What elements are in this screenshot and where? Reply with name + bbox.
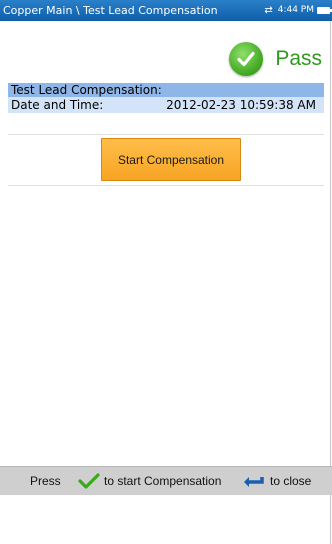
result-indicator: Pass [229, 40, 322, 78]
pass-label: Pass [275, 47, 322, 70]
divider [8, 134, 324, 135]
date-time-row: Date and Time: 2012-02-23 10:59:38 AM [8, 97, 324, 113]
start-compensation-button[interactable]: Start Compensation [101, 138, 241, 181]
breadcrumb: Copper Main \ Test Lead Compensation [3, 4, 218, 17]
date-time-value: 2012-02-23 10:59:38 AM [166, 98, 316, 112]
sync-icon: ⇄ [264, 5, 273, 16]
check-circle-icon [229, 42, 264, 76]
clock: 4:44 PM [277, 5, 314, 15]
close-hint-label: to close [270, 474, 312, 488]
device-frame [0, 0, 331, 544]
divider [8, 185, 324, 186]
back-arrow-icon [242, 467, 266, 495]
start-hint-label: to start Compensation [104, 474, 222, 488]
checkmark-icon [78, 467, 100, 495]
status-area: ⇄ 4:44 PM [264, 0, 332, 21]
press-label: Press [30, 474, 61, 488]
battery-icon [317, 7, 332, 14]
title-bar: Copper Main \ Test Lead Compensation ⇄ 4… [0, 0, 332, 21]
info-table: Test Lead Compensation: Date and Time: 2… [8, 83, 324, 113]
date-time-label: Date and Time: [11, 98, 104, 112]
footer-bar: Press to start Compensation to close [0, 466, 332, 495]
info-heading: Test Lead Compensation: [8, 83, 324, 97]
